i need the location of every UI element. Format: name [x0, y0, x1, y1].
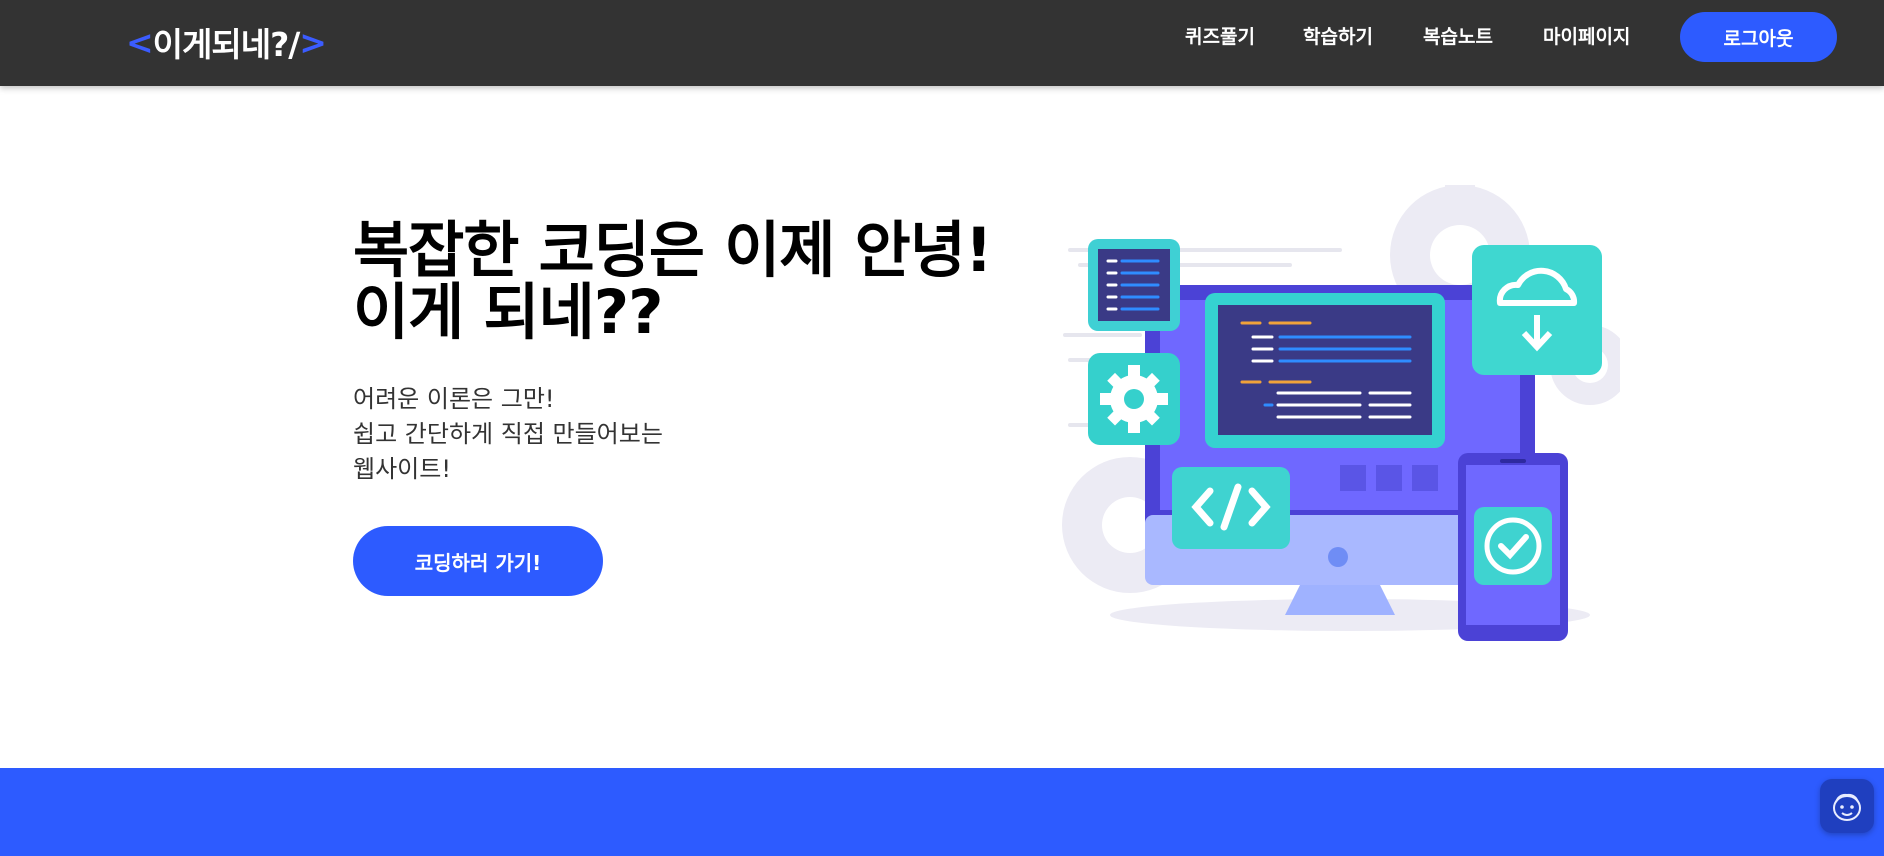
logo-wordmark: 이게되네?/	[152, 25, 301, 64]
chatbot-face-icon-graphic	[1833, 793, 1861, 821]
site-logo[interactable]: < 이게되네?/ >	[126, 14, 327, 70]
hero-title: 복잡한 코딩은 이제 안녕! 이게 되네??	[353, 215, 993, 348]
hero-title-line: 이게 되네??	[353, 277, 663, 348]
logo-open-bracket: <	[126, 22, 154, 62]
chatbot-face-icon[interactable]	[1820, 779, 1874, 833]
nav-review-note[interactable]: 복습노트	[1423, 22, 1493, 49]
top-navigation-bar: < 이게되네?/ > 퀴즈풀기 학습하기 복습노트 마이페이지 로그아웃	[0, 0, 1884, 86]
monitor-stand	[1285, 585, 1395, 615]
footer-blue-band	[0, 768, 1884, 856]
hero-title-line: 복잡한 코딩은 이제 안녕!	[353, 215, 993, 286]
hero-subtitle-line: 어려운 이론은 그만!	[353, 385, 555, 413]
cloud-download-icon	[1472, 245, 1602, 375]
nav-mypage[interactable]: 마이페이지	[1543, 22, 1630, 49]
nav-learn[interactable]: 학습하기	[1303, 22, 1373, 49]
logout-button[interactable]: 로그아웃	[1680, 12, 1837, 62]
hero-subtitle-line: 웹사이트!	[353, 455, 451, 483]
logo-close-bracket: >	[299, 22, 327, 62]
nav-quiz[interactable]: 퀴즈풀기	[1185, 22, 1255, 49]
start-coding-button[interactable]: 코딩하러 가기!	[353, 526, 603, 596]
developer-computer-illustration	[1062, 185, 1620, 641]
hero-subtitle-line: 쉽고 간단하게 직접 만들어보는	[353, 420, 663, 448]
hero-subtitle: 어려운 이론은 그만! 쉽고 간단하게 직접 만들어보는 웹사이트!	[353, 382, 663, 487]
